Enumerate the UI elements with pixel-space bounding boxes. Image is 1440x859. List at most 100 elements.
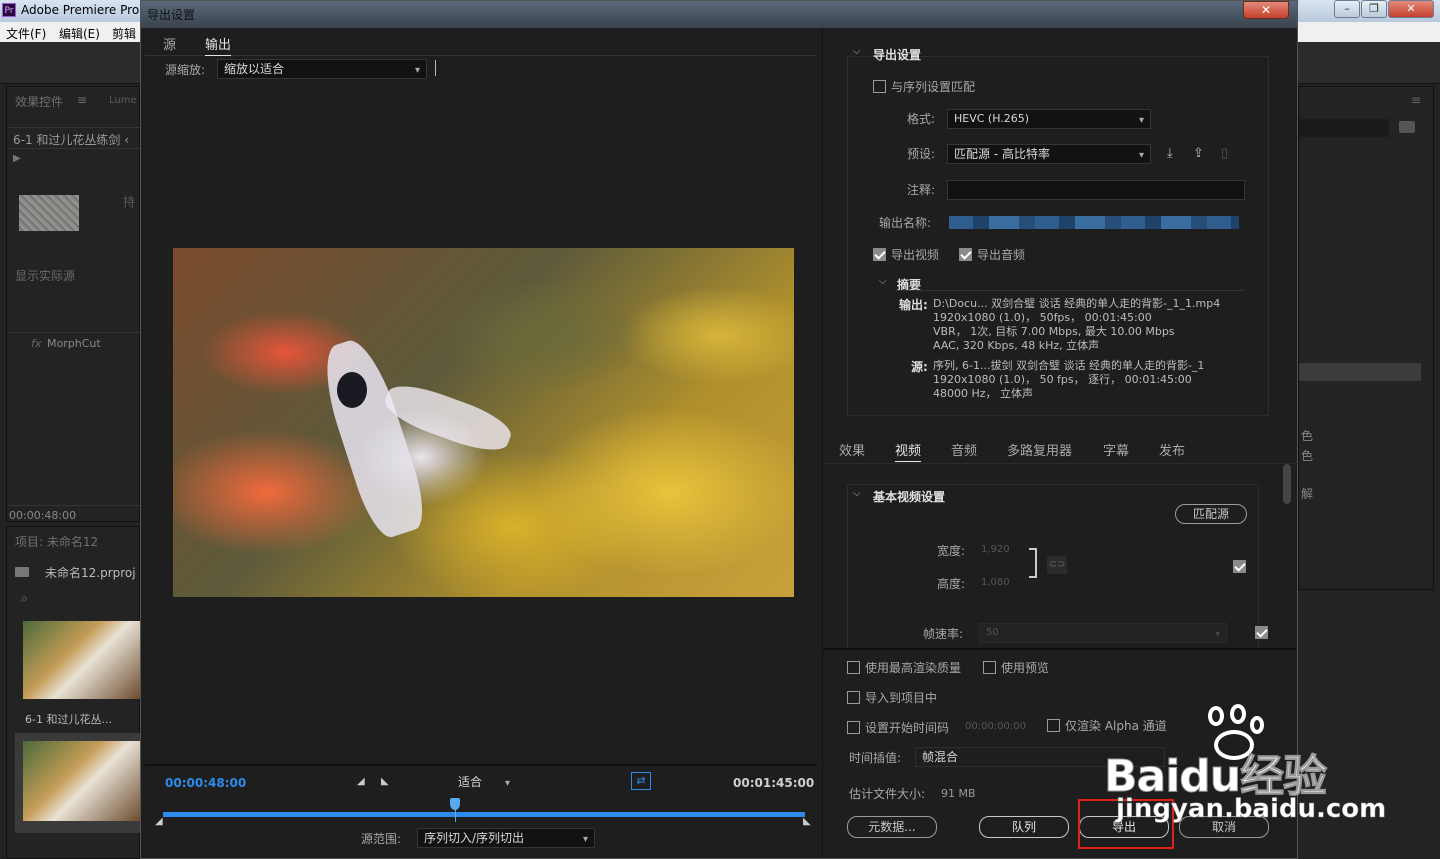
set-timecode-checkbox[interactable]: 设置开始时间码	[847, 719, 949, 736]
host-app-title: Adobe Premiere Pro	[21, 3, 140, 17]
queue-button[interactable]: 队列	[979, 816, 1069, 838]
dim-text: 持	[123, 195, 136, 209]
match-source-button[interactable]: 匹配源	[1175, 504, 1247, 524]
render-alpha-checkbox[interactable]: 仅渲染 Alpha 通道	[1047, 717, 1167, 734]
size-match-checkbox[interactable]	[1233, 560, 1246, 573]
menu-edit[interactable]: 编辑(E)	[59, 25, 100, 42]
tab-captions[interactable]: 字幕	[1103, 440, 1129, 459]
search-icon[interactable]: ⌕	[21, 591, 28, 606]
tab-source[interactable]: 源	[163, 34, 176, 53]
source-range-label: 源范围:	[361, 832, 402, 846]
use-preview-checkbox[interactable]: 使用预览	[983, 659, 1049, 676]
settings-tabs: 效果 视频 音频 多路复用器 字幕 发布	[823, 436, 1296, 464]
chevron-down-icon: ▾	[582, 834, 588, 845]
output-name-link[interactable]	[949, 216, 1239, 229]
fps-match-checkbox[interactable]	[1254, 626, 1268, 639]
settings-scrollbar[interactable]	[1283, 464, 1291, 504]
set-timecode-label: 设置开始时间码	[865, 721, 950, 735]
tab-multiplexer[interactable]: 多路复用器	[1007, 440, 1072, 459]
out-point-handle[interactable]: ◣	[803, 816, 811, 827]
in-point-handle[interactable]: ◢	[155, 816, 163, 827]
match-sequence-checkbox[interactable]: 与序列设置匹配	[873, 78, 975, 95]
aspect-toggle-icon[interactable]: ⇄	[631, 772, 651, 790]
chevron-down-icon: ▾	[504, 778, 510, 789]
summary-source-line: 序列, 6-1...拔剑 双剑合璧 谈话 经典的单人走的背影-_1	[933, 359, 1205, 372]
bottom-options: 使用最高渲染质量 使用预览 导入到项目中 设置开始时间码 00:00:00:00…	[823, 648, 1296, 856]
timeline-area: 00:00:48:00 ◢ ◣ 适合 ▾ ⇄ 00:01:45:00 ◢ ◣ 源…	[145, 764, 817, 856]
preset-dropdown[interactable]: 匹配源 - 高比特率 ▾	[947, 144, 1151, 164]
collapse-icon[interactable]: ⌵	[853, 46, 861, 57]
trash-icon[interactable]: ▯	[1221, 146, 1228, 161]
export-video-checkbox[interactable]: 导出视频	[873, 246, 939, 263]
tab-effects[interactable]: 效果	[839, 440, 865, 459]
import-preset-icon[interactable]: ⇪	[1193, 146, 1204, 161]
scrub-track[interactable]	[163, 812, 805, 817]
source-scale-dropdown[interactable]: 缩放以适合 ▾	[217, 59, 427, 79]
right-char-3: 解	[1301, 487, 1314, 501]
play-triangle-icon[interactable]: ▶	[13, 153, 21, 164]
new-bin-icon[interactable]	[1399, 121, 1415, 133]
minimize-button[interactable]: –	[1334, 0, 1360, 18]
morphcut-effect[interactable]: MorphCut	[47, 337, 101, 350]
menu-clip[interactable]: 剪辑	[112, 25, 136, 42]
lumetri-tab[interactable]: Lume	[109, 95, 137, 106]
height-value[interactable]: 1,080	[981, 577, 1010, 588]
tab-publish[interactable]: 发布	[1159, 440, 1185, 459]
filesize-value: 91 MB	[941, 787, 976, 800]
mark-out-icon[interactable]: ◣	[381, 776, 389, 787]
tab-output[interactable]: 输出	[205, 34, 232, 56]
mark-in-icon[interactable]: ◢	[357, 776, 365, 787]
premiere-logo-icon: Pr	[2, 3, 16, 17]
checkbox-box	[847, 661, 860, 674]
export-audio-checkbox[interactable]: 导出音频	[959, 246, 1025, 263]
video-basic-collapse-icon[interactable]: ⌵	[853, 488, 861, 499]
link-bracket	[1029, 548, 1037, 578]
host-close-button[interactable]: ✕	[1388, 0, 1434, 18]
preview-video-frame	[173, 248, 794, 597]
format-dropdown[interactable]: HEVC (H.265) ▾	[947, 109, 1151, 129]
fit-dropdown[interactable]: 适合 ▾	[451, 772, 517, 792]
summary-collapse-icon[interactable]: ⌵	[879, 276, 887, 287]
fps-dropdown[interactable]: 50 ▾	[979, 623, 1227, 643]
project-label: 项目: 未命名12	[15, 535, 99, 549]
comment-input[interactable]	[947, 180, 1245, 200]
dialog-close-button[interactable]: ✕	[1243, 1, 1289, 19]
clip-thumbnail-2[interactable]	[15, 733, 141, 833]
current-timecode[interactable]: 00:00:48:00	[165, 776, 246, 790]
summary-output-line: AAC, 320 Kbps, 48 kHz, 立体声	[933, 339, 1100, 352]
source-range-value: 序列切入/序列切出	[424, 831, 525, 845]
width-value[interactable]: 1,920	[981, 544, 1010, 555]
panel-menu-icon[interactable]: ≡	[77, 93, 87, 107]
settings-scroll-area: ⌵ 基本视频设置 匹配源 宽度: 1,920 高度: 1,080 ⊂⊃ 帧速率:…	[823, 464, 1296, 648]
tab-video[interactable]: 视频	[895, 440, 922, 462]
metadata-button[interactable]: 元数据...	[847, 816, 937, 838]
height-label: 高度:	[937, 577, 966, 591]
clip-thumbnail[interactable]	[23, 621, 141, 699]
export-settings-dialog: 导出设置 ✕ 源 输出 源缩放: 缩放以适合 ▾ 00:00:48:00 ◢ ◣…	[140, 0, 1298, 859]
interp-dropdown[interactable]: 帧混合	[915, 747, 1165, 767]
source-scale-value: 缩放以适合	[224, 62, 285, 76]
import-project-checkbox[interactable]: 导入到项目中	[847, 689, 937, 706]
tab-audio[interactable]: 音频	[951, 440, 977, 459]
save-preset-icon[interactable]: ⤓	[1167, 146, 1173, 161]
format-value: HEVC (H.265)	[954, 112, 1030, 125]
maximize-button[interactable]: ❐	[1361, 0, 1387, 18]
render-alpha-label: 仅渲染 Alpha 通道	[1065, 719, 1167, 733]
preview-pane: 源 输出 源缩放: 缩放以适合 ▾ 00:00:48:00 ◢ ◣ 适合 ▾ ⇄…	[145, 28, 817, 856]
right-panel-menu-icon[interactable]: ≡	[1411, 93, 1421, 107]
checkbox-box	[847, 691, 860, 704]
show-actual-source[interactable]: 显示实际源	[15, 267, 75, 284]
project-file[interactable]: 未命名12.prproj	[45, 564, 136, 581]
link-icon[interactable]: ⊂⊃	[1047, 556, 1067, 574]
cancel-button[interactable]: 取消	[1179, 816, 1269, 838]
source-range-dropdown[interactable]: 序列切入/序列切出 ▾	[417, 828, 595, 848]
timecode-value[interactable]: 00:00:00:00	[965, 721, 1026, 732]
summary-output-line: D:\Docu... 双剑合璧 谈话 经典的单人走的背影-_1_1.mp4	[933, 297, 1221, 310]
dialog-title: 导出设置	[147, 8, 196, 22]
effect-controls-tab[interactable]: 效果控件	[15, 93, 63, 110]
right-char-1: 色	[1301, 429, 1314, 443]
right-char-2: 色	[1301, 449, 1314, 463]
menu-file[interactable]: 文件(F)	[6, 25, 46, 42]
end-timecode: 00:01:45:00	[733, 776, 815, 790]
max-render-checkbox[interactable]: 使用最高渲染质量	[847, 659, 961, 676]
